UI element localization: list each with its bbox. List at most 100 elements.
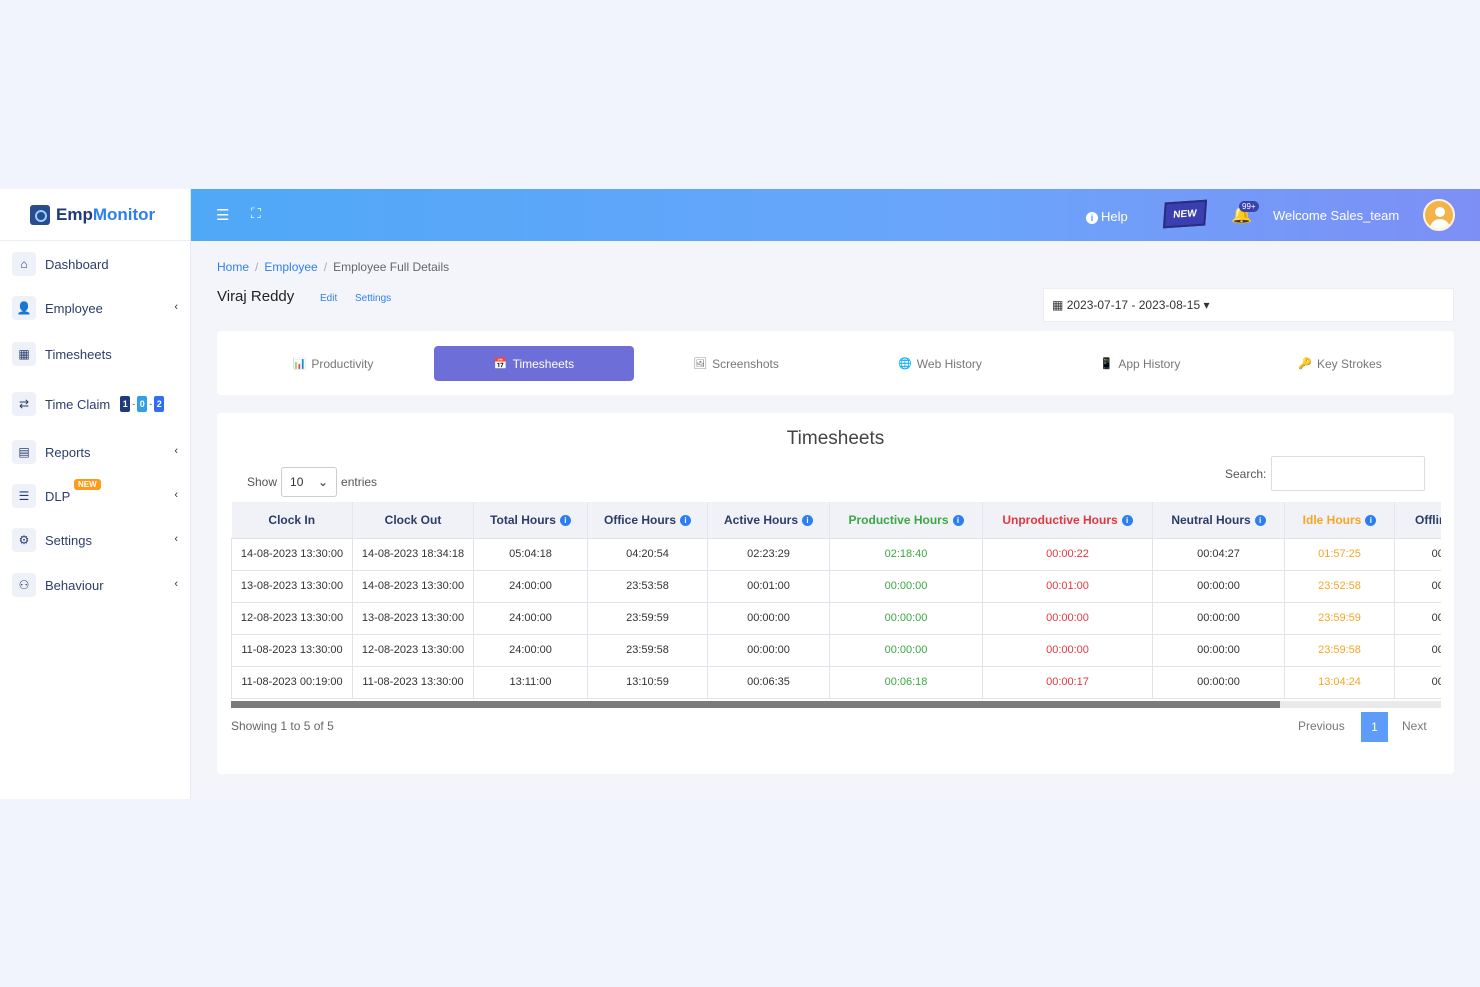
tab-app-history[interactable]: 📱 App History [1040, 346, 1240, 381]
column-header[interactable]: Idle Hours i [1284, 502, 1395, 538]
table-cell: 05:04:18 [473, 537, 588, 571]
report-icon: ▤ [12, 440, 36, 464]
table-cell: 02:18:40 [829, 537, 983, 571]
table-cell: 13-08-2023 13:30:00 [352, 601, 474, 635]
table-cell: 02:23:29 [707, 537, 830, 571]
breadcrumb-employee[interactable]: Employee [264, 260, 317, 274]
sidebar-item-employee[interactable]: 👤 Employee ‹ [12, 293, 182, 323]
caret-down-icon: ▾ [1203, 298, 1210, 312]
gear-icon: ⚙ [12, 528, 36, 552]
table-info: Showing 1 to 5 of 5 [231, 719, 334, 733]
table-cell: 04:20:54 [587, 537, 708, 571]
table-row: 12-08-2023 13:30:00 13-08-2023 13:30:00 24… [231, 601, 1441, 635]
app-frame: EmpMonitor ⌂ Dashboard 👤 Employee ‹ ▦ Ti… [0, 189, 1480, 799]
section-title: Timesheets [786, 428, 885, 449]
table-row: 13-08-2023 13:30:00 14-08-2023 13:30:00 24… [231, 569, 1441, 603]
table-cell: 23:59:59 [1284, 601, 1395, 635]
info-icon[interactable]: i [802, 515, 814, 527]
table-cell: 14-08-2023 18:34:18 [352, 537, 474, 571]
column-header[interactable]: Clock In [231, 502, 353, 538]
column-header-label: Active Hours [723, 512, 799, 527]
fullscreen-icon[interactable]: ⛶ [251, 205, 261, 222]
sidebar-item-timesheets[interactable]: ▦ Timesheets [12, 339, 182, 369]
avatar[interactable] [1423, 199, 1455, 231]
tab-timesheets[interactable]: 📅 Timesheets [434, 346, 634, 381]
column-header-label: Idle Hours [1302, 512, 1362, 527]
info-icon[interactable]: i [1365, 515, 1377, 527]
breadcrumb-home[interactable]: Home [217, 260, 249, 274]
column-header[interactable]: Total Hours i [473, 502, 588, 538]
swap-icon: ⇄ [12, 392, 36, 416]
pagination-next[interactable]: Next [1402, 719, 1427, 733]
table-header-row: Clock In Clock Out Total Hours i Office Hour… [231, 502, 1441, 538]
info-icon[interactable]: i [1254, 515, 1266, 527]
table-cell: 00:06:18 [829, 665, 983, 699]
pagination-previous[interactable]: Previous [1298, 719, 1345, 733]
column-header[interactable]: Offline Hours [1394, 502, 1441, 538]
table-cell: 13:04:24 [1284, 665, 1395, 699]
sidebar-item-settings[interactable]: ⚙ Settings ‹ [12, 525, 182, 555]
tab-key-strokes[interactable]: 🔑 Key Strokes [1240, 346, 1440, 381]
table-row: 11-08-2023 13:30:00 12-08-2023 13:30:00 24… [231, 633, 1441, 667]
tab-screenshots[interactable]: 🖼 Screenshots [636, 346, 836, 381]
brand-logo[interactable]: EmpMonitor [0, 189, 190, 241]
menu-icon[interactable]: ☰ [216, 206, 229, 224]
new-badge: NEW [74, 479, 101, 490]
scrollbar-thumb[interactable] [231, 701, 1280, 708]
table-cell: 00:00:00 [829, 633, 983, 667]
table-cell: 13:10:59 [587, 665, 708, 699]
tab-productivity[interactable]: 📊 Productivity [233, 346, 433, 381]
table-cell: 24:00:00 [473, 569, 588, 603]
sidebar-item-label: Reports [45, 444, 91, 460]
sidebar-item-behaviour[interactable]: ⚇ Behaviour ‹ [12, 570, 182, 600]
column-header[interactable]: Clock Out [352, 502, 474, 538]
table-cell: 23:53:58 [587, 569, 708, 603]
logo-icon [30, 204, 50, 225]
info-icon[interactable]: i [680, 515, 691, 527]
page-size-control: Show 10 ⌄ entries [247, 467, 377, 497]
horizontal-scrollbar[interactable] [231, 701, 1441, 708]
info-icon: i [1086, 212, 1098, 224]
sidebar-item-reports[interactable]: ▤ Reports ‹ [12, 437, 182, 467]
table-cell: 00:00:00 [707, 601, 830, 635]
sidebar-item-dashboard[interactable]: ⌂ Dashboard [12, 249, 182, 279]
show-label: Show [247, 475, 278, 489]
table-cell: 00:00:01 [1394, 601, 1441, 635]
table-cell: 23:59:59 [587, 601, 708, 635]
timesheet-table-wrapper: Clock In Clock Out Total Hours i Office Hour… [231, 502, 1441, 707]
column-header[interactable]: Unproductive Hours i [982, 502, 1153, 538]
table-body: 14-08-2023 13:30:00 14-08-2023 18:34:18 05… [231, 537, 1441, 699]
search-label: Search: [1225, 467, 1267, 481]
sidebar-item-dlp[interactable]: ☰ DLP NEW ‹ [12, 479, 182, 511]
home-icon: ⌂ [12, 252, 36, 276]
search-input[interactable] [1271, 456, 1425, 491]
pagination-page[interactable]: 1 [1361, 712, 1388, 742]
sidebar-item-label: Timesheets [45, 346, 112, 362]
tab-web-history[interactable]: 🌐 Web History [840, 346, 1040, 381]
settings-link[interactable]: Settings [355, 293, 391, 304]
globe-icon: 🌐 [898, 358, 912, 370]
info-icon[interactable]: i [559, 515, 571, 527]
table-cell: 00:06:35 [707, 665, 830, 699]
info-icon[interactable]: i [1121, 515, 1133, 527]
column-header[interactable]: Neutral Hours i [1152, 502, 1285, 538]
column-header[interactable]: Office Hours i [587, 502, 708, 538]
table-cell: 23:59:58 [587, 633, 708, 667]
column-header-label: Clock In [268, 512, 316, 527]
user-icon: 👤 [12, 296, 36, 320]
table-cell: 00:00:00 [707, 633, 830, 667]
sidebar-item-time-claim[interactable]: ⇄ Time Claim 1 - 0 - 2 [12, 389, 182, 419]
help-link[interactable]: i Help [1086, 209, 1128, 224]
chevron-left-icon: ‹ [174, 533, 178, 545]
new-features-flag[interactable]: NEW [1162, 199, 1208, 229]
edit-link[interactable]: Edit [320, 293, 337, 304]
table-cell: 14-08-2023 13:30:00 [231, 537, 353, 571]
date-range-picker[interactable]: ▦ 2023-07-17 - 2023-08-15 ▾ [1043, 288, 1454, 322]
page-size-select[interactable]: 10 ⌄ [281, 467, 338, 497]
chevron-left-icon: ‹ [174, 489, 178, 501]
table-cell: 13:11:00 [473, 665, 588, 699]
column-header[interactable]: Active Hours i [707, 502, 830, 538]
info-icon[interactable]: i [952, 515, 964, 527]
column-header[interactable]: Productive Hours i [829, 502, 983, 538]
time-claim-counts: 1 - 0 - 2 [120, 396, 165, 412]
